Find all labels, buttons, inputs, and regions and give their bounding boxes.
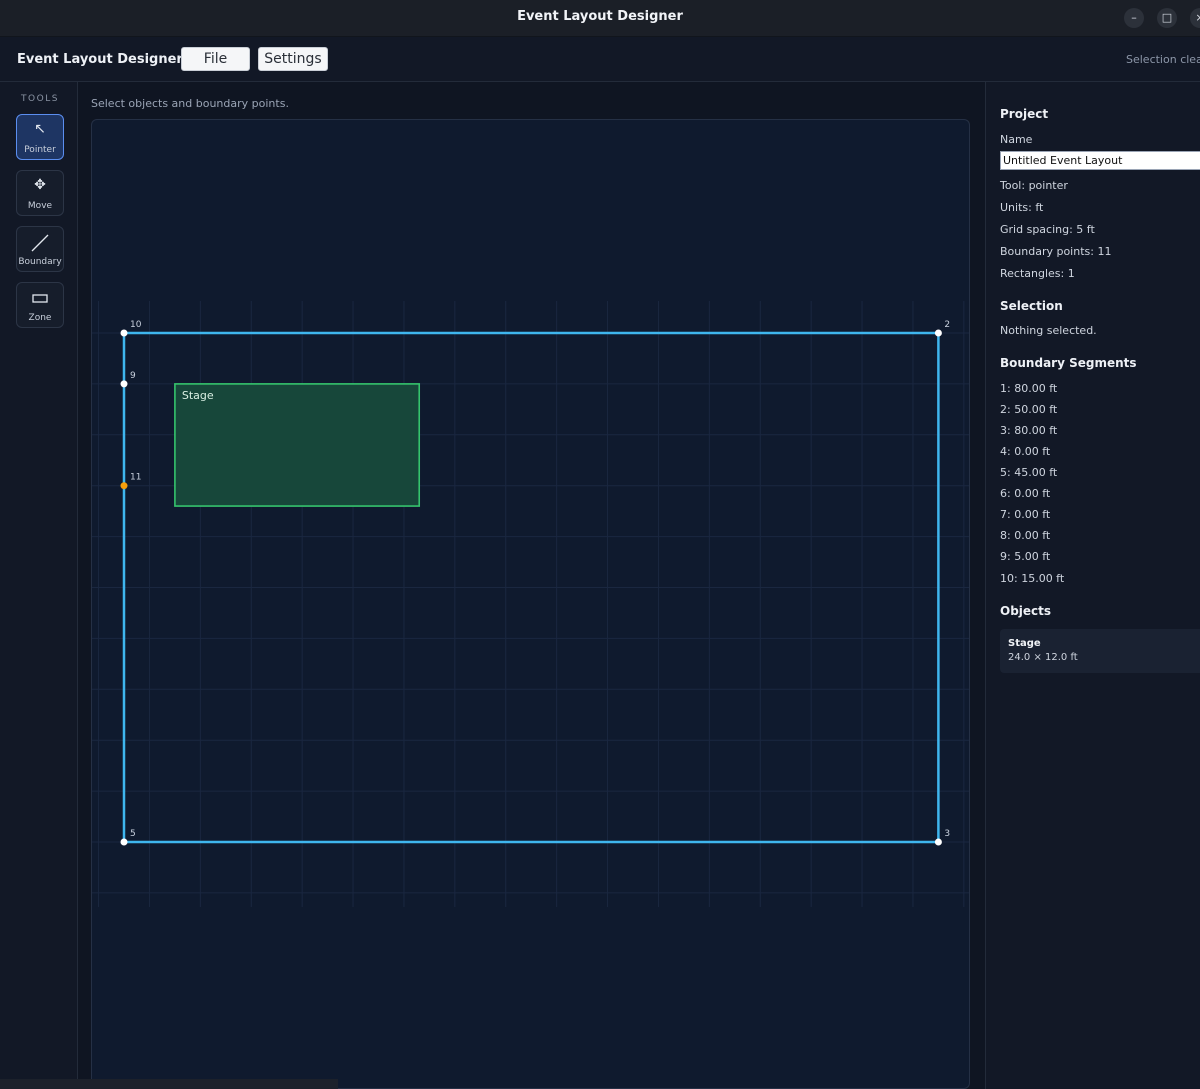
tool-move[interactable]: ✥ Move	[16, 170, 64, 216]
boundary-point[interactable]	[120, 838, 128, 846]
tool-label: Move	[27, 201, 53, 211]
window-titlebar: Event Layout Designer – □ ×	[0, 0, 1200, 37]
boundary-count: Boundary points: 11	[1000, 245, 1112, 258]
segment-item: 5: 45.00 ft	[1000, 466, 1058, 479]
name-label: Name	[1000, 133, 1033, 146]
tool-zone[interactable]: Zone	[16, 282, 64, 328]
rectangle-count: Rectangles: 1	[1000, 267, 1075, 280]
project-heading: Project	[1000, 107, 1049, 121]
units-info: Units: ft	[1000, 201, 1044, 214]
boundary-point-label: 5	[130, 829, 136, 839]
boundary-line-icon	[17, 233, 63, 252]
segment-item: 10: 15.00 ft	[1000, 572, 1065, 585]
canvas-hint: Select objects and boundary points.	[91, 97, 289, 110]
tool-pointer[interactable]: ↖ Pointer	[16, 114, 64, 160]
settings-menu-button[interactable]: Settings	[258, 47, 328, 71]
window-title: Event Layout Designer	[517, 9, 683, 24]
app-name: Event Layout Designer	[17, 52, 183, 67]
boundary-point[interactable]	[934, 838, 942, 846]
segments-heading: Boundary Segments	[1000, 356, 1137, 370]
segment-item: 3: 80.00 ft	[1000, 424, 1058, 437]
tool-label: Zone	[28, 313, 52, 323]
boundary-point-label: 3	[944, 829, 950, 839]
project-name-input[interactable]	[1000, 151, 1200, 170]
boundary-point-label: 2	[944, 320, 950, 330]
boundary-point-label: 10	[130, 320, 142, 330]
tool-label: Boundary	[18, 257, 62, 267]
app-header: Event Layout Designer File Settings Sele…	[0, 37, 1200, 82]
maximize-icon[interactable]: □	[1157, 8, 1177, 28]
segment-item: 7: 0.00 ft	[1000, 508, 1051, 521]
segment-item: 1: 80.00 ft	[1000, 382, 1058, 395]
boundary-point[interactable]	[120, 482, 128, 490]
minimize-icon[interactable]: –	[1124, 8, 1144, 28]
selection-heading: Selection	[1000, 299, 1063, 313]
tools-heading: TOOLS	[21, 94, 59, 104]
status-message: Selection cleared	[1126, 53, 1200, 66]
segment-item: 6: 0.00 ft	[1000, 487, 1051, 500]
properties-panel: Project Name Tool: pointer Units: ft Gri…	[985, 82, 1200, 1089]
boundary-point-label: 9	[130, 371, 136, 381]
zone-rectangle-icon	[17, 289, 63, 307]
boundary-point[interactable]	[934, 329, 942, 337]
move-arrows-icon: ✥	[34, 177, 46, 193]
segment-item: 9: 5.00 ft	[1000, 550, 1051, 563]
tool-boundary[interactable]: Boundary	[16, 226, 64, 272]
tool-info: Tool: pointer	[1000, 179, 1068, 192]
boundary-point-label: 11	[130, 473, 141, 483]
objects-heading: Objects	[1000, 604, 1052, 618]
floor-plan[interactable]: Stage 10 2 3 5 9 11	[92, 120, 970, 1089]
layout-canvas[interactable]: Stage 10 2 3 5 9 11	[91, 119, 970, 1089]
tool-palette: TOOLS ↖ Pointer ✥ Move Boundary Zone	[0, 82, 78, 1089]
grid-info: Grid spacing: 5 ft	[1000, 223, 1095, 236]
zone-rect[interactable]	[174, 383, 421, 507]
pointer-arrow-icon: ↖	[34, 121, 46, 137]
close-icon[interactable]: ×	[1190, 8, 1200, 28]
object-dimensions: 24.0 × 12.0 ft	[1008, 652, 1078, 663]
file-menu-button[interactable]: File	[181, 47, 250, 71]
object-card-stage[interactable]: Stage 24.0 × 12.0 ft	[1000, 629, 1200, 673]
object-name: Stage	[1008, 638, 1041, 649]
boundary-point[interactable]	[120, 380, 128, 388]
bottom-strip	[0, 1079, 338, 1089]
segment-item: 8: 0.00 ft	[1000, 529, 1051, 542]
boundary-point[interactable]	[120, 329, 128, 337]
zone-label: Stage	[182, 389, 214, 402]
tool-label: Pointer	[24, 145, 56, 155]
segment-item: 4: 0.00 ft	[1000, 445, 1051, 458]
selection-text: Nothing selected.	[1000, 324, 1097, 337]
segment-item: 2: 50.00 ft	[1000, 403, 1058, 416]
